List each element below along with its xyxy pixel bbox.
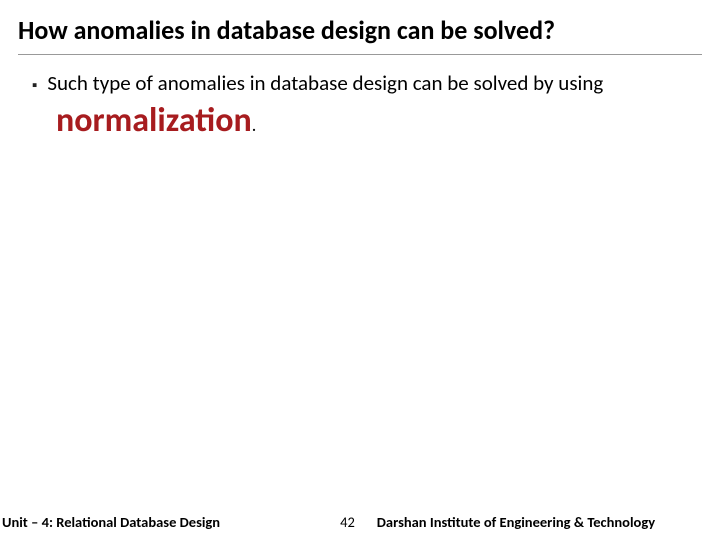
bullet-item: ▪ Such type of anomalies in database des… xyxy=(32,69,702,98)
footer-unit-label: Unit – 4: Relational Database Design xyxy=(2,513,220,531)
bullet-marker-icon: ▪ xyxy=(32,74,37,98)
slide-footer: Unit – 4: Relational Database Design 42 … xyxy=(0,510,720,540)
slide-title: How anomalies in database design can be … xyxy=(18,14,702,55)
footer-institute: Darshan Institute of Engineering & Techn… xyxy=(377,513,655,531)
bullet-text: Such type of anomalies in database desig… xyxy=(47,69,603,97)
bullet-continuation: normalization. xyxy=(32,100,702,141)
footer-page-number: 42 xyxy=(340,513,355,531)
highlight-term: normalization xyxy=(56,100,252,141)
slide-content: ▪ Such type of anomalies in database des… xyxy=(18,55,702,141)
period: . xyxy=(252,114,257,136)
slide: How anomalies in database design can be … xyxy=(0,0,720,540)
